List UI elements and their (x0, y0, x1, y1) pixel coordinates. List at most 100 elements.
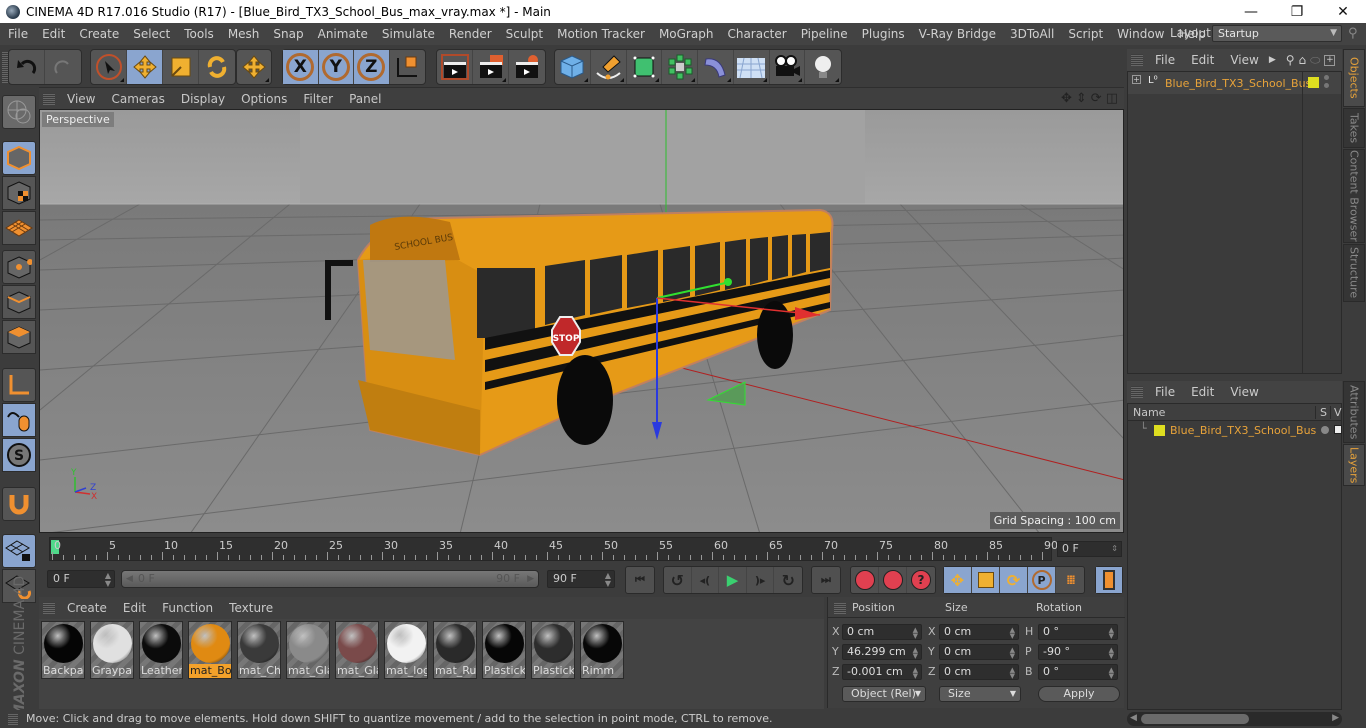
material-menu-function[interactable]: Function (154, 601, 221, 615)
scroll-left-icon[interactable]: ◀ (1130, 713, 1137, 723)
expand-icon[interactable]: + (1132, 75, 1141, 84)
spinner-icon[interactable]: ▲ ▼ (913, 667, 918, 680)
previous-key-button[interactable]: ↺ (664, 567, 692, 593)
rotate-view-icon[interactable]: ⟳ (1091, 91, 1102, 106)
key-position-button[interactable]: ✥ (944, 567, 972, 593)
coordinate-system-button[interactable] (390, 50, 425, 84)
material-swatch[interactable]: mat_Gla (335, 621, 379, 679)
viewport-perspective[interactable]: STOP SCHOOL BUS Y X Z Perspective Grid S… (39, 109, 1124, 533)
material-swatch[interactable]: Rimm (580, 621, 624, 679)
search-icon[interactable]: ⚲ (1286, 53, 1295, 67)
menu-snap[interactable]: Snap (265, 27, 309, 41)
key-pla-button[interactable]: ⁞⁞⁞ (1056, 567, 1084, 593)
home-icon[interactable]: ⌂ (1299, 53, 1307, 67)
spinner-icon[interactable]: ▲ ▼ (1010, 627, 1015, 640)
z-axis-button[interactable]: Z (354, 50, 390, 84)
rotation-p-field[interactable]: -90 ° ▲ ▼ (1038, 644, 1118, 660)
points-mode-button[interactable] (2, 250, 36, 284)
key-rotation-button[interactable]: ⟳ (1000, 567, 1028, 593)
tab-takes[interactable]: Takes (1343, 108, 1365, 148)
timeline-window-button[interactable] (1096, 567, 1122, 593)
key-parameter-button[interactable]: P (1028, 567, 1056, 593)
cloner-button[interactable] (662, 50, 698, 84)
position-x-field[interactable]: 0 cm ▲ ▼ (842, 624, 922, 640)
close-button[interactable]: ✕ (1320, 0, 1366, 23)
viewport-menu-display[interactable]: Display (173, 92, 233, 106)
menu-mograph[interactable]: MoGraph (651, 27, 720, 41)
spinner-icon[interactable]: ▲ ▼ (605, 571, 611, 588)
tweak-mode-button[interactable] (2, 403, 36, 437)
column-solo-header[interactable]: S (1315, 406, 1327, 419)
size-y-field[interactable]: 0 cm ▲ ▼ (939, 644, 1019, 660)
solo-button[interactable]: S (2, 438, 36, 472)
menu-create[interactable]: Create (71, 27, 125, 41)
live-selection-button[interactable] (91, 50, 127, 84)
material-menu-create[interactable]: Create (59, 601, 115, 615)
go-to-start-button[interactable]: ⏮ (626, 567, 654, 593)
menu-script[interactable]: Script (1060, 27, 1109, 41)
spinner-icon[interactable]: ▲ ▼ (1010, 647, 1015, 660)
menu-animate[interactable]: Animate (310, 27, 374, 41)
start-frame-field[interactable]: 0 F ▲ ▼ (47, 570, 115, 588)
material-swatch[interactable]: mat_log (384, 621, 428, 679)
material-swatch[interactable]: mat_Rul (433, 621, 477, 679)
autokey-button[interactable] (879, 567, 907, 593)
viewport-menu-cameras[interactable]: Cameras (103, 92, 172, 106)
tab-layers[interactable]: Layers (1343, 444, 1365, 486)
go-to-end-button[interactable]: ⏭ (812, 567, 840, 593)
search-icon[interactable]: ⚲ (1348, 26, 1358, 41)
material-swatch[interactable]: Plastick_ (531, 621, 575, 679)
lock-workplane-button[interactable] (2, 534, 36, 568)
render-visibility-dot[interactable] (1324, 83, 1329, 88)
menu-sculpt[interactable]: Sculpt (498, 27, 549, 41)
menu-mesh[interactable]: Mesh (220, 27, 266, 41)
object-row[interactable]: + L⁰ Blue_Bird_TX3_School_Bus (1128, 72, 1341, 94)
camera-button[interactable] (770, 50, 806, 84)
menu-file[interactable]: File (0, 27, 34, 41)
menu-plugins[interactable]: Plugins (854, 27, 911, 41)
cube-button[interactable] (555, 50, 591, 84)
play-button[interactable]: ▶ (719, 567, 747, 593)
layer-color-swatch[interactable] (1154, 425, 1165, 436)
menu-select[interactable]: Select (125, 27, 176, 41)
frame-range-slider[interactable]: ◀ 0 F 90 F ▶ (121, 570, 539, 588)
light-button[interactable] (805, 50, 841, 84)
next-frame-button[interactable]: )▸ (747, 567, 775, 593)
scrollbar-thumb[interactable] (1141, 714, 1249, 724)
key-scale-button[interactable] (972, 567, 1000, 593)
deformer-button[interactable] (698, 50, 734, 84)
undo-button[interactable] (9, 50, 45, 84)
material-menu-edit[interactable]: Edit (115, 601, 154, 615)
column-name-header[interactable]: Name (1133, 406, 1165, 419)
viewport-menu-panel[interactable]: Panel (341, 92, 389, 106)
rotation-b-field[interactable]: 0 ° ▲ ▼ (1038, 664, 1118, 680)
maximize-button[interactable]: ❐ (1274, 0, 1320, 23)
axis-mode-button[interactable] (2, 368, 36, 402)
minimize-button[interactable]: — (1228, 0, 1274, 23)
tab-objects[interactable]: Objects (1343, 49, 1365, 107)
previous-frame-button[interactable]: ◂( (692, 567, 720, 593)
material-swatch[interactable]: mat_Boc (188, 621, 232, 679)
record-key-button[interactable] (851, 567, 879, 593)
toggle-view-icon[interactable]: ◫ (1106, 91, 1118, 106)
layout-select[interactable]: Startup ▼ (1212, 25, 1342, 42)
render-settings-button[interactable] (509, 50, 545, 84)
range-right-arrow-icon[interactable]: ▶ (527, 571, 534, 587)
menu-vray-bridge[interactable]: V-Ray Bridge (911, 27, 1002, 41)
scroll-right-icon[interactable]: ▶ (1332, 713, 1339, 723)
current-frame-field[interactable]: 0 F ⇕ (1057, 541, 1122, 557)
workplane-button[interactable] (2, 95, 36, 129)
size-z-field[interactable]: 0 cm ▲ ▼ (939, 664, 1019, 680)
edges-mode-button[interactable] (2, 285, 36, 319)
layer-name[interactable]: Blue_Bird_TX3_School_Bus (1170, 424, 1316, 437)
size-mode-select[interactable]: Size ▼ (939, 686, 1021, 702)
material-swatch[interactable]: Plastick (482, 621, 526, 679)
menu-simulate[interactable]: Simulate (374, 27, 441, 41)
spinner-icon[interactable]: ▲ ▼ (105, 571, 111, 588)
material-swatch[interactable]: Backpai (41, 621, 85, 679)
visibility-toggle[interactable] (1334, 425, 1342, 434)
object-name[interactable]: Blue_Bird_TX3_School_Bus (1165, 77, 1311, 90)
layer-menu-edit[interactable]: Edit (1183, 385, 1222, 399)
material-swatch[interactable]: Graypai (90, 621, 134, 679)
rotation-h-field[interactable]: 0 ° ▲ ▼ (1038, 624, 1118, 640)
